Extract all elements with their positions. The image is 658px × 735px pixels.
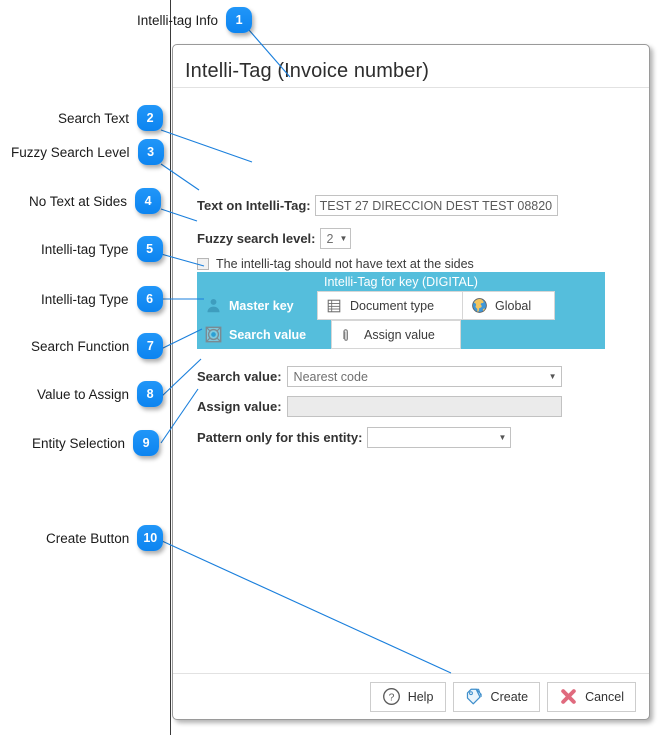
text-on-tag-input[interactable]: TEST 27 DIRECCION DEST TEST 08820 [314, 195, 558, 216]
callout-9: Entity Selection 9 [32, 430, 160, 456]
assign-value-label: Assign value: [197, 399, 282, 414]
tab-search-value[interactable]: Search value [197, 320, 331, 349]
tab-global[interactable]: Global [463, 291, 555, 320]
callout-badge-8: 8 [137, 381, 164, 407]
callout-label-5: Intelli-tag Type [41, 241, 129, 257]
row-text-on-tag: Text on Intelli-Tag: TEST 27 DIRECCION D… [197, 195, 558, 216]
callout-badge-5: 5 [136, 236, 163, 262]
callout-6: Intelli-tag Type 6 [41, 286, 163, 312]
create-button[interactable]: Create [452, 681, 541, 712]
page-title: Intelli-Tag (Invoice number) [185, 59, 430, 82]
no-text-sides-checkbox[interactable] [197, 258, 209, 270]
pattern-entity-select[interactable]: ▼ [367, 427, 512, 448]
dialog-footer: ? Help Create Cancel [173, 673, 649, 719]
callout-badge-2: 2 [137, 105, 164, 131]
callout-badge-4: 4 [135, 188, 162, 214]
search-value-selected: Nearest code [293, 369, 368, 384]
callout-5: Intelli-tag Type 5 [41, 236, 163, 262]
search-value-select[interactable]: Nearest code ▼ [286, 366, 562, 387]
help-button[interactable]: ? Help [369, 681, 446, 712]
chevron-down-icon: ▼ [498, 433, 507, 442]
cancel-button-label: Cancel [585, 689, 624, 704]
tab-row-scope: Master key Document type Global [197, 291, 605, 320]
tab-search-value-label: Search value [229, 327, 307, 342]
row-search-value: Search value: Nearest code ▼ [197, 366, 562, 387]
row-pattern-entity: Pattern only for this entity: ▼ [197, 427, 512, 448]
tab-document-type[interactable]: Document type [317, 291, 463, 320]
tag-icon [465, 687, 484, 706]
dialog-header: Intelli-Tag (Invoice number) [173, 45, 649, 88]
paperclip-icon [339, 326, 357, 344]
callout-1: Intelli-tag Info 1 [137, 7, 253, 33]
callout-label-10: Create Button [46, 530, 130, 546]
target-icon [204, 326, 222, 344]
chevron-down-icon: ▼ [339, 234, 348, 243]
search-value-label: Search value: [197, 369, 282, 384]
fuzzy-level-select[interactable]: 2 ▼ [319, 228, 351, 249]
callout-badge-6: 6 [136, 286, 163, 312]
create-button-label: Create [490, 689, 529, 704]
dialog-body: Text on Intelli-Tag: TEST 27 DIRECCION D… [173, 88, 649, 674]
question-mark-icon: ? [382, 687, 401, 706]
row-no-text-sides[interactable]: The intelli-tag should not have text at … [197, 257, 474, 271]
close-icon [559, 687, 578, 706]
callout-4: No Text at Sides 4 [29, 188, 162, 214]
callout-8: Value to Assign 8 [37, 381, 164, 407]
person-icon [204, 297, 222, 315]
screenshot-root: Intelli-tag Info 1 Search Text 2 Fuzzy S… [0, 0, 658, 735]
tab-assign-value[interactable]: Assign value [331, 320, 461, 349]
callout-10: Create Button 10 [46, 525, 164, 551]
tab-row-action: Search value Assign value [197, 320, 605, 349]
svg-text:?: ? [388, 693, 394, 704]
fuzzy-level-label: Fuzzy search level: [197, 231, 316, 246]
callout-label-2: Search Text [58, 110, 130, 126]
callout-badge-7: 7 [137, 333, 164, 359]
callout-badge-3: 3 [137, 139, 164, 165]
tab-assign-value-label: Assign value [364, 327, 435, 342]
document-type-icon [325, 297, 343, 315]
callout-badge-10: 10 [137, 525, 164, 551]
callout-label-9: Entity Selection [32, 435, 126, 451]
callout-2: Search Text 2 [58, 105, 164, 131]
callout-badge-9: 9 [133, 430, 160, 456]
row-fuzzy-level: Fuzzy search level: 2 ▼ [197, 228, 351, 249]
text-on-tag-label: Text on Intelli-Tag: [197, 198, 311, 213]
callout-label-4: No Text at Sides [29, 193, 128, 209]
callout-label-8: Value to Assign [37, 386, 130, 402]
no-text-sides-label: The intelli-tag should not have text at … [216, 257, 474, 271]
intelli-tag-key-bar: Intelli-Tag for key (DIGITAL) [197, 272, 605, 291]
help-button-label: Help [407, 689, 434, 704]
tab-global-label: Global [495, 298, 532, 313]
tab-master-key-label: Master key [229, 298, 294, 313]
intelli-tag-panel: Intelli-Tag for key (DIGITAL) Master key [197, 272, 605, 349]
window-left-edge [170, 0, 171, 735]
callout-3: Fuzzy Search Level 3 [11, 139, 164, 165]
cancel-button[interactable]: Cancel [547, 681, 636, 712]
chevron-down-icon: ▼ [548, 372, 557, 381]
tab-master-key[interactable]: Master key [197, 291, 317, 320]
globe-icon [470, 297, 488, 315]
tab-document-type-label: Document type [350, 298, 435, 313]
callout-label-6: Intelli-tag Type [41, 291, 129, 307]
callout-label-3: Fuzzy Search Level [11, 144, 130, 160]
pattern-entity-label: Pattern only for this entity: [197, 430, 363, 445]
assign-value-input[interactable] [286, 396, 562, 417]
callout-label-7: Search Function [31, 338, 130, 354]
intelli-tag-dialog: Intelli-Tag (Invoice number) Text on Int… [172, 44, 650, 720]
callout-label-1: Intelli-tag Info [137, 12, 219, 28]
callout-7: Search Function 7 [31, 333, 164, 359]
callout-badge-1: 1 [226, 7, 253, 33]
row-assign-value: Assign value: [197, 396, 562, 417]
fuzzy-level-value: 2 [326, 231, 334, 246]
